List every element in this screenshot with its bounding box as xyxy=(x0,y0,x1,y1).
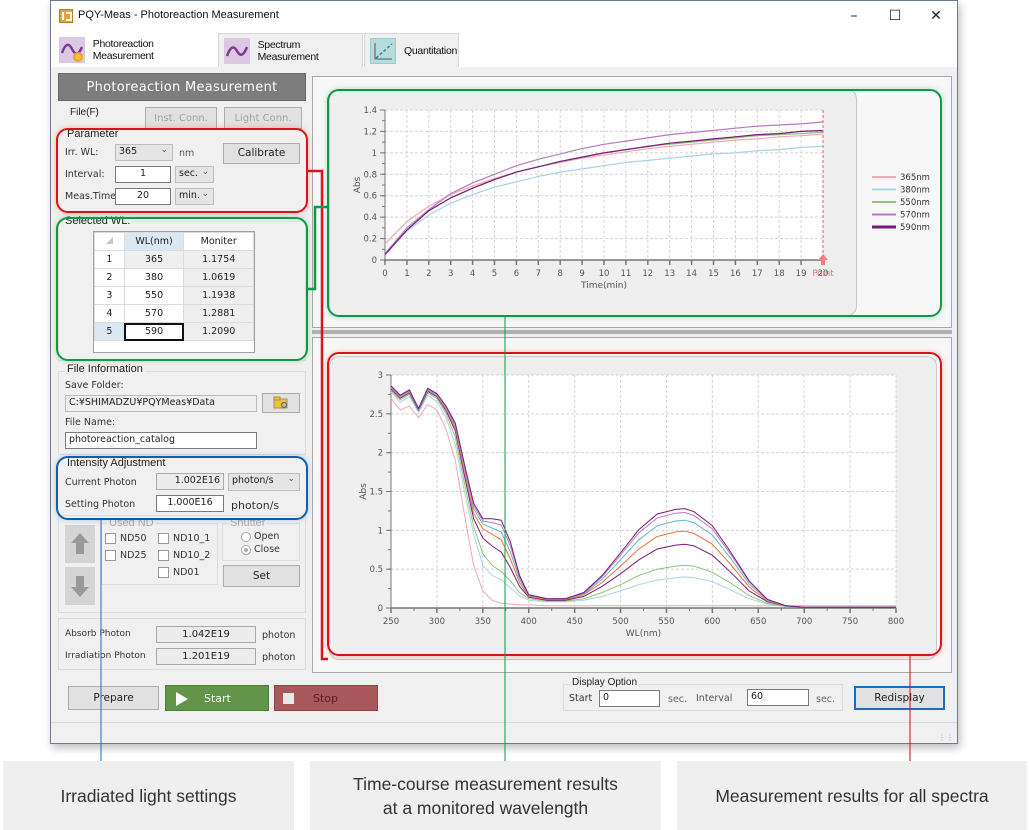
callout-time-course: Time-course measurement results at a mon… xyxy=(310,761,661,830)
callout-text-line2: at a monitored wavelength xyxy=(382,797,589,818)
red-connector xyxy=(308,169,328,661)
callout-irradiated-light: Irradiated light settings xyxy=(3,761,294,830)
connector-lines xyxy=(100,169,911,762)
callout-all-spectra: Measurement results for all spectra xyxy=(677,761,1027,830)
callout-text: Irradiated light settings xyxy=(60,785,237,806)
callout-text-line1: Time-course measurement results xyxy=(353,773,618,794)
green-connector xyxy=(308,205,328,291)
callout-text: Measurement results for all spectra xyxy=(715,785,989,806)
